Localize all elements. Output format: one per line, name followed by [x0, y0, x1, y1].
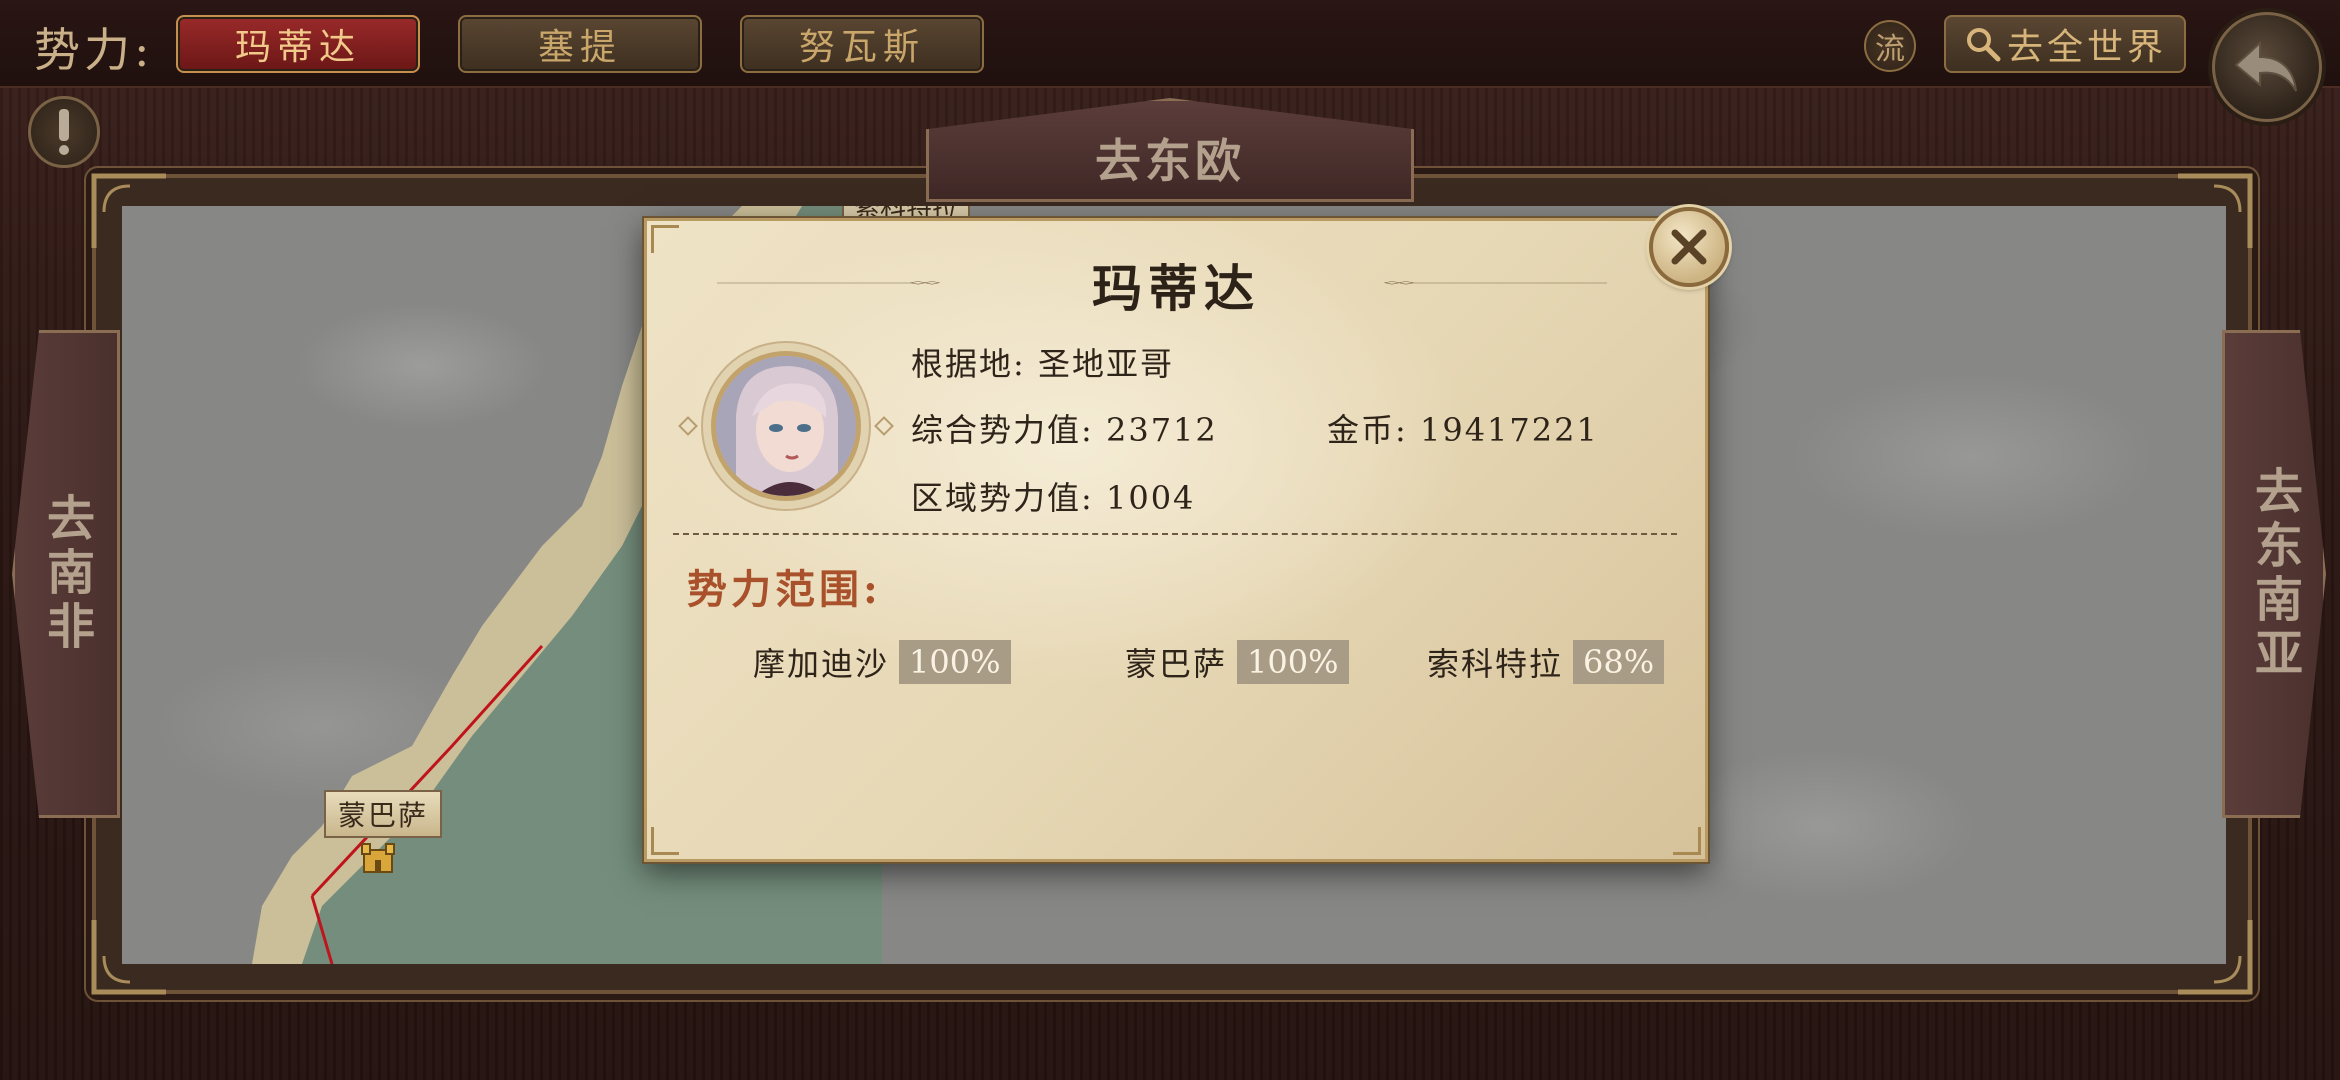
go-south-africa-tab[interactable]: 去南非 — [12, 330, 120, 818]
go-world-button[interactable]: 去全世界 — [1944, 15, 2186, 73]
region-item[interactable]: 索科特拉 68% — [1427, 639, 1665, 685]
gold-line: 金币: 19417221 — [1327, 405, 1599, 451]
faction-tab-matilda[interactable]: 玛蒂达 — [176, 15, 420, 73]
search-icon — [1966, 28, 2001, 62]
back-button[interactable] — [2212, 12, 2322, 122]
region-name: 索科特拉 — [1427, 645, 1564, 683]
faction-tab-nuwas[interactable]: 努瓦斯 — [740, 15, 984, 73]
top-bar: 势力: 玛蒂达 塞提 努瓦斯 流 去全世界 — [0, 0, 2340, 88]
gold-value: 19417221 — [1419, 411, 1599, 449]
close-button[interactable] — [1649, 207, 1729, 287]
region-percent: 100% — [899, 640, 1011, 684]
base-label: 根据地: — [911, 345, 1026, 383]
frame-corner-ornament — [2178, 173, 2253, 248]
region-name: 摩加迪沙 — [753, 645, 890, 683]
faction-tab-label: 努瓦斯 — [798, 27, 925, 68]
go-southeast-asia-tab[interactable]: 去东南亚 — [2222, 330, 2326, 818]
flow-button[interactable]: 流 — [1864, 20, 1916, 72]
diamond-ornament-icon — [678, 416, 698, 436]
power-value: 23712 — [1105, 411, 1218, 449]
influence-range-title: 势力范围: — [687, 566, 882, 613]
dialog-corner — [1673, 827, 1701, 855]
power-label: 综合势力值: — [911, 411, 1094, 449]
region-percent: 68% — [1573, 640, 1665, 684]
dialog-title: 玛蒂达 — [1092, 259, 1260, 318]
go-south-africa-label: 去南非 — [38, 493, 94, 655]
go-southeast-asia-label: 去东南亚 — [2246, 466, 2302, 682]
back-arrow-icon — [2234, 40, 2297, 92]
faction-tab-label: 玛蒂达 — [234, 27, 361, 68]
region-power-label: 区域势力值: — [911, 479, 1094, 517]
faction-info-dialog: 玛蒂达 根据地: 圣地亚哥 综合势力值: 23712 金币: 19417221 … — [644, 207, 1729, 862]
leader-avatar-frame — [678, 331, 894, 521]
alert-button[interactable] — [28, 96, 100, 168]
go-east-europe-tab[interactable]: 去东欧 — [926, 98, 1414, 202]
region-power-line: 区域势力值: 1004 — [911, 473, 1195, 519]
power-line: 综合势力值: 23712 — [911, 405, 1218, 451]
faction-tab-label: 塞提 — [537, 27, 622, 68]
base-value: 圣地亚哥 — [1037, 345, 1174, 383]
region-item[interactable]: 摩加迪沙 100% — [753, 639, 1011, 685]
region-name: 蒙巴萨 — [1125, 645, 1228, 683]
go-east-europe-label: 去东欧 — [1095, 134, 1245, 188]
faction-label: 势力: — [34, 23, 154, 77]
base-line: 根据地: 圣地亚哥 — [911, 339, 1174, 385]
dialog-divider — [673, 533, 1677, 535]
frame-corner-ornament — [2178, 920, 2253, 995]
frame-corner-ornament — [91, 920, 166, 995]
region-percent: 100% — [1237, 640, 1349, 684]
region-item[interactable]: 蒙巴萨 100% — [1125, 639, 1349, 685]
leader-portrait — [716, 356, 856, 496]
go-world-label: 去全世界 — [2006, 27, 2167, 68]
gold-label: 金币: — [1327, 411, 1408, 449]
region-power-value: 1004 — [1105, 479, 1196, 517]
city-label-mombasa[interactable]: 蒙巴萨 — [324, 790, 443, 838]
frame-corner-ornament — [91, 173, 166, 248]
leader-avatar[interactable] — [711, 351, 861, 501]
castle-icon[interactable] — [358, 838, 398, 874]
exclamation-icon — [59, 109, 69, 155]
close-icon — [1671, 229, 1707, 265]
dialog-corner — [651, 827, 679, 855]
diamond-ornament-icon — [874, 416, 894, 436]
faction-tab-seti[interactable]: 塞提 — [458, 15, 702, 73]
flow-button-label: 流 — [1875, 32, 1905, 67]
